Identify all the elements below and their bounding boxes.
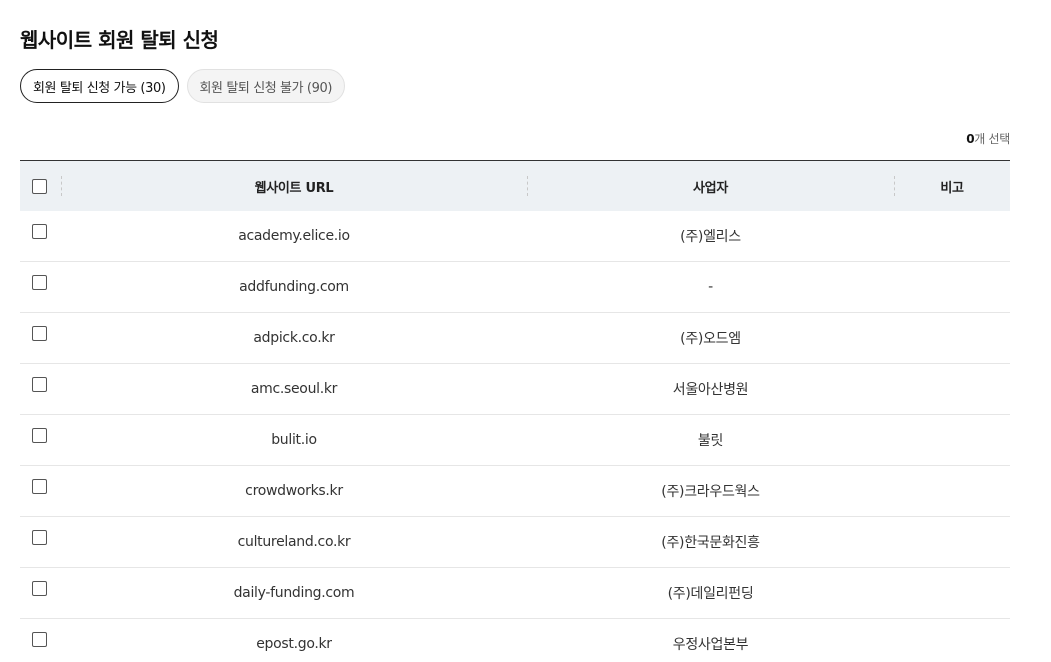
row-business: (주)크라우드웍스 bbox=[661, 484, 760, 500]
selected-count: 0개 선택 bbox=[966, 130, 1010, 147]
row-check-cell bbox=[20, 517, 61, 567]
row-check-cell bbox=[20, 568, 61, 618]
table-row: daily-funding.com (주)데일리펀딩 bbox=[20, 568, 1010, 619]
row-checkbox[interactable] bbox=[32, 632, 47, 647]
select-all-checkbox[interactable] bbox=[32, 178, 47, 194]
row-checkbox[interactable] bbox=[32, 275, 47, 290]
page-title: 웹사이트 회원 탈퇴 신청 bbox=[20, 28, 219, 52]
table-row: crowdworks.kr (주)크라우드웍스 bbox=[20, 466, 1010, 517]
row-business: (주)엘리스 bbox=[680, 229, 741, 245]
table-row: cultureland.co.kr (주)한국문화진흥 bbox=[20, 517, 1010, 568]
tab-withdrawable[interactable]: 회원 탈퇴 신청 가능 (30) bbox=[20, 69, 179, 103]
header-check-cell bbox=[20, 161, 62, 211]
column-divider bbox=[527, 176, 528, 196]
row-url: crowdworks.kr bbox=[245, 483, 343, 499]
row-business: 우정사업본부 bbox=[672, 637, 749, 653]
row-url: cultureland.co.kr bbox=[237, 534, 351, 550]
selected-count-suffix: 개 선택 bbox=[974, 132, 1010, 146]
row-checkbox[interactable] bbox=[32, 479, 47, 494]
table-row: academy.elice.io (주)엘리스 bbox=[20, 211, 1010, 262]
row-checkbox[interactable] bbox=[32, 581, 47, 596]
row-check-cell bbox=[20, 466, 61, 516]
row-url: adpick.co.kr bbox=[253, 330, 335, 346]
row-url: epost.go.kr bbox=[256, 636, 332, 652]
column-header-note-label: 비고 bbox=[940, 180, 964, 196]
column-header-note: 비고 bbox=[894, 176, 1010, 196]
tab-not-withdrawable[interactable]: 회원 탈퇴 신청 불가 (90) bbox=[186, 69, 345, 103]
row-checkbox[interactable] bbox=[32, 428, 47, 443]
column-header-business: 사업자 bbox=[527, 176, 894, 196]
table-row: bulit.io 불릿 bbox=[20, 415, 1010, 466]
row-business: 서울아산병원 bbox=[672, 382, 749, 398]
column-header-url: 웹사이트 URL bbox=[61, 177, 527, 196]
table-row: addfunding.com - bbox=[20, 262, 1010, 313]
column-header-business-label: 사업자 bbox=[693, 180, 728, 196]
row-url: bulit.io bbox=[271, 432, 317, 448]
tab-bar: 회원 탈퇴 신청 가능 (30) 회원 탈퇴 신청 불가 (90) bbox=[20, 69, 345, 103]
column-divider bbox=[894, 176, 895, 196]
row-check-cell bbox=[20, 262, 61, 312]
row-url: academy.elice.io bbox=[238, 228, 350, 244]
row-business: 불릿 bbox=[697, 433, 724, 449]
row-check-cell bbox=[20, 364, 61, 414]
row-check-cell bbox=[20, 619, 61, 662]
row-checkbox[interactable] bbox=[32, 377, 47, 392]
row-check-cell bbox=[20, 313, 61, 363]
row-business: (주)한국문화진흥 bbox=[661, 535, 760, 551]
row-business: (주)데일리펀딩 bbox=[667, 586, 754, 602]
row-url: daily-funding.com bbox=[233, 585, 355, 601]
row-checkbox[interactable] bbox=[32, 224, 47, 239]
table-row: adpick.co.kr (주)오드엠 bbox=[20, 313, 1010, 364]
row-business: - bbox=[708, 279, 713, 295]
page: 웹사이트 회원 탈퇴 신청 회원 탈퇴 신청 가능 (30) 회원 탈퇴 신청 … bbox=[0, 0, 1051, 662]
row-url: amc.seoul.kr bbox=[250, 381, 338, 397]
row-checkbox[interactable] bbox=[32, 530, 47, 545]
row-check-cell bbox=[20, 211, 61, 261]
website-table: 웹사이트 URL 사업자 비고 academy.elice.io (주)엘리스 … bbox=[20, 160, 1010, 662]
table-header: 웹사이트 URL 사업자 비고 bbox=[20, 161, 1010, 211]
table-row: amc.seoul.kr 서울아산병원 bbox=[20, 364, 1010, 415]
row-url: addfunding.com bbox=[239, 279, 349, 295]
row-business: (주)오드엠 bbox=[680, 331, 741, 347]
table-row: epost.go.kr 우정사업본부 bbox=[20, 619, 1010, 662]
row-check-cell bbox=[20, 415, 61, 465]
column-header-url-label: 웹사이트 URL bbox=[254, 180, 334, 196]
row-checkbox[interactable] bbox=[32, 326, 47, 341]
